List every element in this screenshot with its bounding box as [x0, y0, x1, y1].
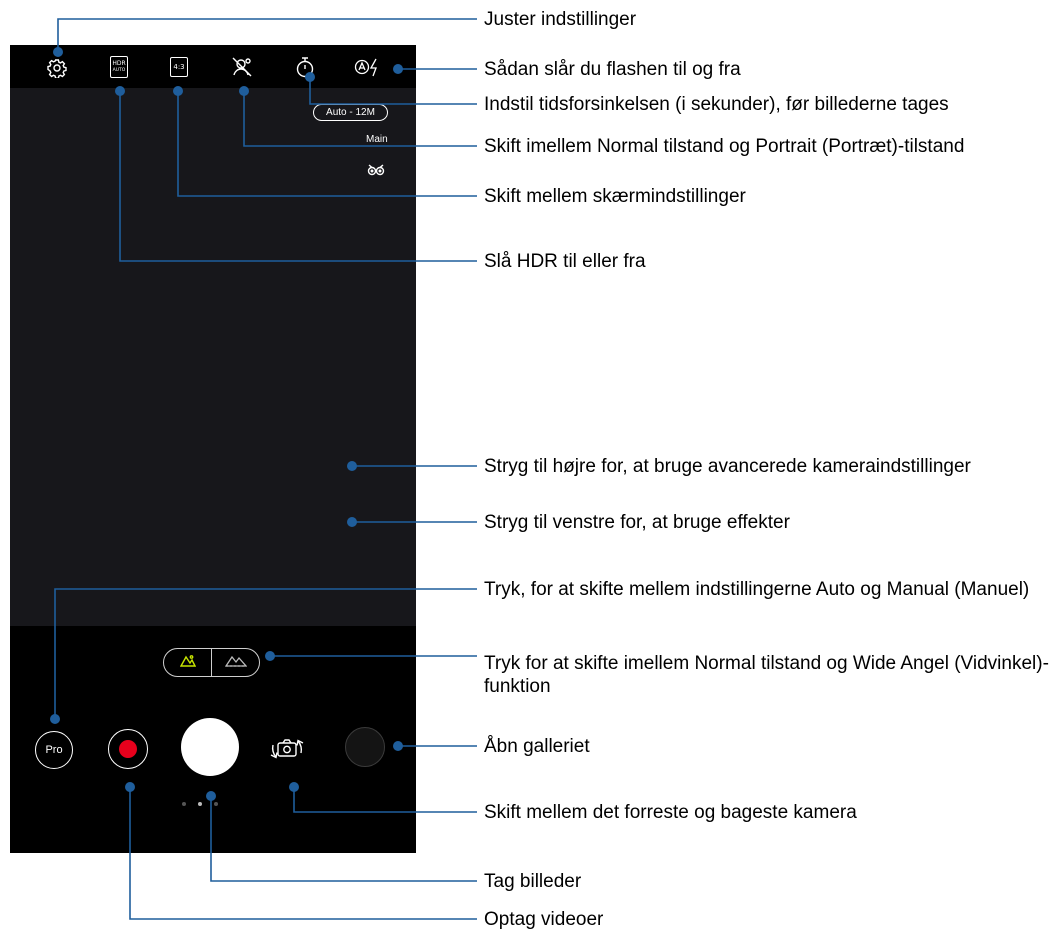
callout-photo: Tag billeder: [484, 871, 582, 892]
callout-timer: Indstil tidsforsinkelsen (i sekunder), f…: [484, 94, 949, 115]
callout-portrait: Skift imellem Normal tilstand og Portrai…: [484, 136, 965, 157]
callout-wide: Tryk for at skifte imellem Normal tilsta…: [484, 653, 1049, 697]
callout-switch-camera: Skift mellem det forreste og bageste kam…: [484, 802, 857, 823]
callout-video: Optag videoer: [484, 909, 604, 930]
callout-hdr: Slå HDR til eller fra: [484, 251, 646, 272]
callout-settings: Juster indstillinger: [484, 9, 637, 30]
callout-aspect: Skift mellem skærmindstillinger: [484, 186, 746, 207]
callout-gallery: Åbn galleriet: [484, 736, 590, 757]
callout-flash: Sådan slår du flashen til og fra: [484, 59, 741, 80]
callout-swipe-left: Stryg til venstre for, at bruge effekter: [484, 512, 790, 533]
callout-pro: Tryk, for at skifte mellem indstillinger…: [484, 579, 1030, 600]
callout-swipe-right: Stryg til højre for, at bruge avancerede…: [484, 456, 971, 477]
